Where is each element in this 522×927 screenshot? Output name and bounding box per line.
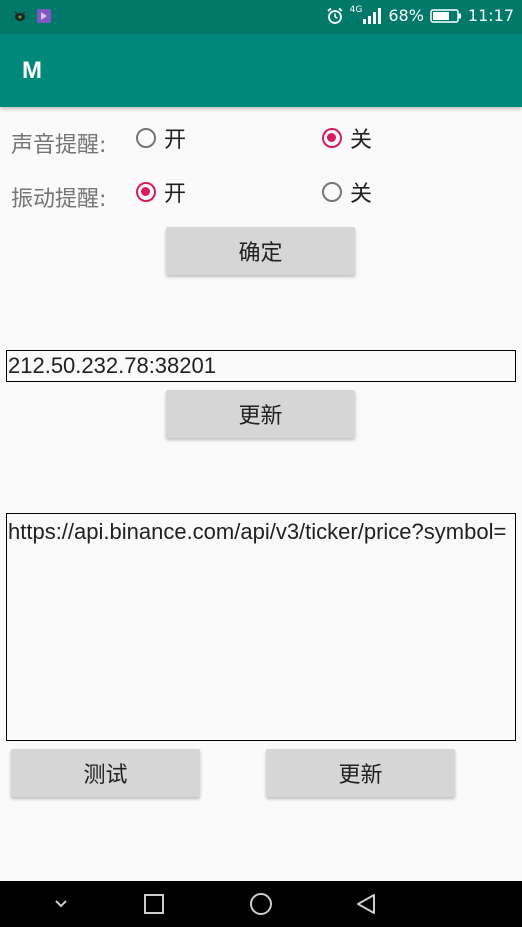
status-bar: 4G 68% 11:17 [0,0,522,34]
sound-reminder-label: 声音提醒: [11,133,107,158]
battery-percent: 68% [388,6,424,25]
update-api-button[interactable]: 更新 [266,749,455,797]
radio-checked-icon [136,182,156,202]
server-address-input[interactable]: 212.50.232.78:38201 [6,350,516,382]
api-url-textarea[interactable]: https://api.binance.com/api/v3/ticker/pr… [6,513,516,741]
update-server-button[interactable]: 更新 [166,390,355,438]
app-title: M [22,57,42,84]
sound-off-label: 关 [350,128,373,153]
radio-checked-icon [322,128,342,148]
confirm-button[interactable]: 确定 [166,227,355,275]
status-icons: 4G 68% 11:17 [326,4,514,25]
sound-off-radio[interactable]: 关 [322,122,372,154]
bug-notification-icon [14,11,26,21]
notification-icons [12,8,52,24]
sound-on-label: 开 [164,128,187,153]
app-notification-icon [37,9,51,23]
app-bar: M [0,34,522,107]
radio-unchecked-icon [136,128,156,148]
test-button[interactable]: 测试 [11,749,200,797]
vibration-on-radio[interactable]: 开 [136,176,186,208]
recents-icon[interactable] [143,893,165,915]
clock: 11:17 [467,6,514,25]
signal-icon [363,7,382,24]
navigation-bar [0,881,522,927]
alarm-icon [327,7,343,24]
chevron-down-icon[interactable] [54,899,68,909]
vibration-on-label: 开 [164,182,187,207]
back-icon[interactable] [355,893,377,917]
battery-icon [430,8,461,23]
home-icon[interactable] [248,893,274,919]
vibration-off-label: 关 [350,182,373,207]
vibration-off-radio[interactable]: 关 [322,176,372,208]
network-type-label: 4G [349,4,363,15]
radio-unchecked-icon [322,182,342,202]
sound-on-radio[interactable]: 开 [136,122,186,154]
vibration-reminder-label: 振动提醒: [11,187,107,212]
